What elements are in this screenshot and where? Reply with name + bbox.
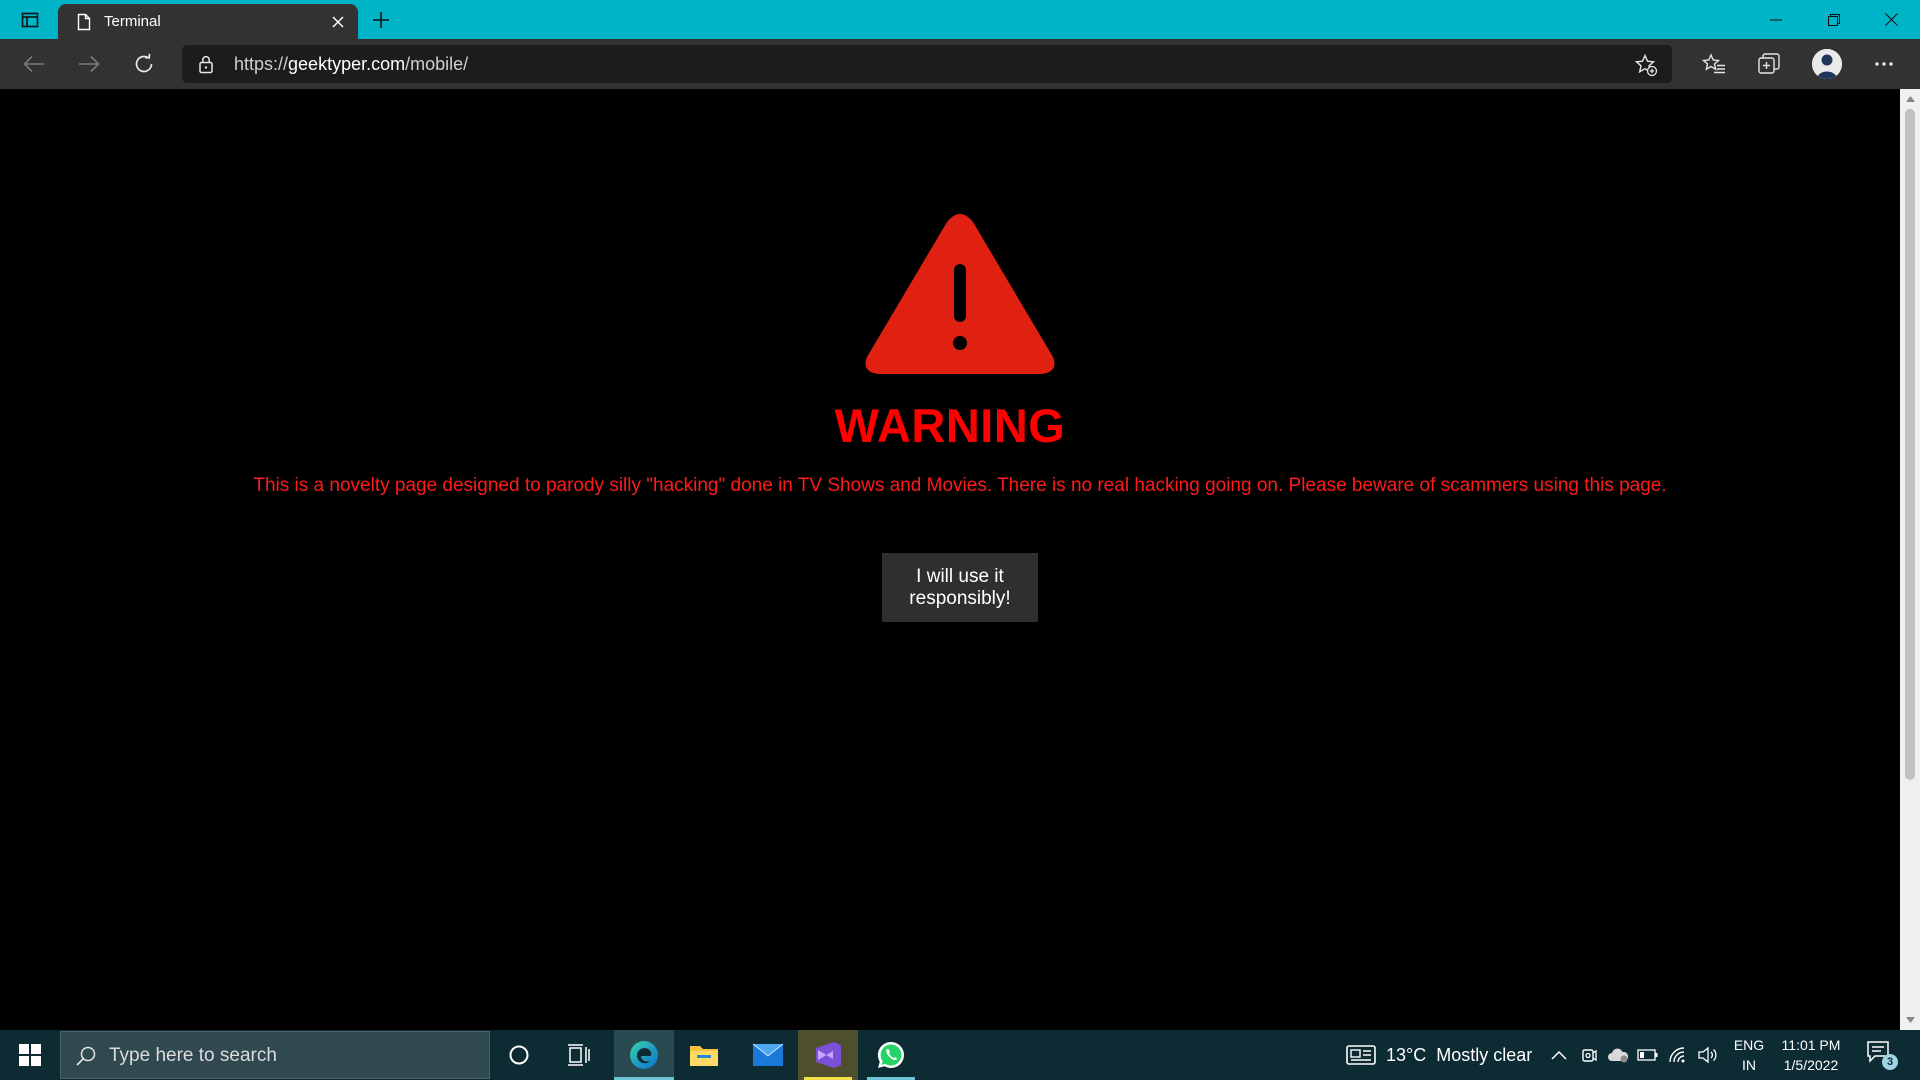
url-text[interactable]: https://geektyper.com/mobile/: [234, 54, 468, 75]
favorites-button[interactable]: [1696, 46, 1732, 82]
visual-studio-icon: [816, 1042, 841, 1068]
taskbar-app-edge[interactable]: [614, 1030, 674, 1080]
mail-icon: [752, 1043, 784, 1066]
tray-onedrive[interactable]: [1607, 1043, 1629, 1067]
tab-title: Terminal: [104, 13, 161, 30]
whatsapp-icon: [877, 1041, 904, 1069]
scroll-thumb[interactable]: [1905, 109, 1915, 780]
arrow-left-icon: [23, 55, 44, 73]
tray-meet-now[interactable]: [1578, 1043, 1600, 1067]
minimize-icon: [1770, 19, 1782, 20]
search-icon: [76, 1046, 96, 1066]
taskbar-app-whatsapp[interactable]: [861, 1030, 921, 1080]
new-tab-button[interactable]: [366, 5, 396, 35]
refresh-icon: [135, 53, 153, 73]
camera-icon: [1582, 1049, 1597, 1062]
taskbar-app-visual-studio[interactable]: [798, 1030, 858, 1080]
windows-taskbar: 13°C Mostly clear: [0, 1030, 1920, 1080]
clock-time: 11:01 PM: [1781, 1037, 1841, 1053]
collections-icon: [1758, 53, 1780, 74]
speaker-icon: [1698, 1046, 1717, 1064]
task-view-icon: [568, 1044, 590, 1066]
more-icon: [1875, 62, 1893, 66]
close-window-button[interactable]: [1862, 0, 1920, 39]
weather-temperature: 13°C: [1386, 1044, 1427, 1065]
weather-widget[interactable]: 13°C Mostly clear: [1346, 1042, 1532, 1068]
clock-button[interactable]: 11:01 PM 1/5/2022: [1775, 1035, 1847, 1075]
cortana-icon: [509, 1045, 529, 1065]
tray-network[interactable]: [1667, 1043, 1689, 1067]
page-icon: [74, 12, 94, 32]
favorites-list-icon: [1702, 53, 1725, 74]
address-bar[interactable]: https://geektyper.com/mobile/: [182, 45, 1672, 83]
tab-close-button[interactable]: [324, 8, 352, 36]
page-viewport: WARNING This is a novelty page designed …: [0, 89, 1900, 1030]
start-button[interactable]: [0, 1030, 60, 1080]
back-button[interactable]: [16, 46, 52, 82]
warning-icon: [865, 214, 1055, 374]
arrow-right-icon: [79, 55, 100, 73]
taskbar-search[interactable]: [60, 1031, 490, 1079]
forward-button[interactable]: [71, 46, 107, 82]
caret-down-icon: [1905, 1017, 1915, 1023]
plus-icon: [373, 12, 389, 28]
url-scheme: https://: [234, 54, 289, 74]
url-path: /mobile/: [405, 54, 469, 74]
search-input[interactable]: [109, 1042, 469, 1070]
wifi-icon: [1669, 1047, 1685, 1063]
taskbar-app-mail[interactable]: [738, 1030, 798, 1080]
notification-center-button[interactable]: 3: [1866, 1040, 1898, 1072]
battery-icon: [1637, 1049, 1658, 1061]
tab-terminal[interactable]: Terminal: [58, 4, 358, 39]
tab-actions-icon: [21, 12, 39, 28]
cortana-button[interactable]: [489, 1030, 549, 1080]
news-weather-icon: [1346, 1045, 1376, 1065]
scroll-down-button[interactable]: [1900, 1012, 1920, 1028]
lock-icon[interactable]: [196, 54, 216, 74]
clock-date: 1/5/2022: [1783, 1057, 1839, 1073]
user-avatar-icon: [1812, 49, 1842, 79]
vertical-scrollbar[interactable]: [1900, 89, 1920, 1030]
windows-logo-icon: [19, 1044, 41, 1066]
screen: Terminal https://geektyper.com/mobile/ W…: [0, 0, 1920, 1080]
tray-battery[interactable]: [1637, 1043, 1659, 1067]
notification-badge: 3: [1882, 1054, 1898, 1070]
language-region: IN: [1742, 1057, 1756, 1073]
collections-button[interactable]: [1751, 46, 1787, 82]
caret-up-icon: [1905, 96, 1915, 102]
settings-more-button[interactable]: [1866, 46, 1902, 82]
agree-button[interactable]: I will use it responsibly!: [882, 553, 1038, 622]
cloud-icon: [1608, 1048, 1629, 1063]
tab-actions-button[interactable]: [14, 7, 46, 33]
close-icon: [1884, 13, 1898, 26]
input-language-button[interactable]: ENG IN: [1732, 1035, 1766, 1075]
warning-title: WARNING: [834, 399, 1066, 452]
taskbar-app-file-explorer[interactable]: [674, 1030, 734, 1080]
profile-avatar[interactable]: [1812, 49, 1842, 79]
task-view-button[interactable]: [549, 1030, 609, 1080]
url-domain: geektyper.com: [288, 54, 406, 74]
close-icon: [332, 15, 344, 28]
warning-message: This is a novelty page designed to parod…: [253, 475, 1667, 496]
chevron-up-icon: [1551, 1050, 1567, 1060]
tray-volume[interactable]: [1697, 1043, 1719, 1067]
restore-button[interactable]: [1805, 0, 1863, 39]
scroll-up-button[interactable]: [1900, 91, 1920, 107]
refresh-button[interactable]: [126, 46, 162, 82]
edge-icon: [630, 1041, 658, 1069]
browser-toolbar: https://geektyper.com/mobile/: [0, 39, 1920, 89]
language-code: ENG: [1733, 1037, 1765, 1053]
show-hidden-icons-button[interactable]: [1548, 1043, 1570, 1067]
restore-icon: [1828, 13, 1840, 26]
browser-titlebar: Terminal: [0, 0, 1920, 39]
add-favorite-icon[interactable]: [1634, 53, 1658, 77]
minimize-button[interactable]: [1747, 0, 1805, 39]
folder-icon: [690, 1046, 718, 1066]
weather-description: Mostly clear: [1436, 1044, 1533, 1065]
